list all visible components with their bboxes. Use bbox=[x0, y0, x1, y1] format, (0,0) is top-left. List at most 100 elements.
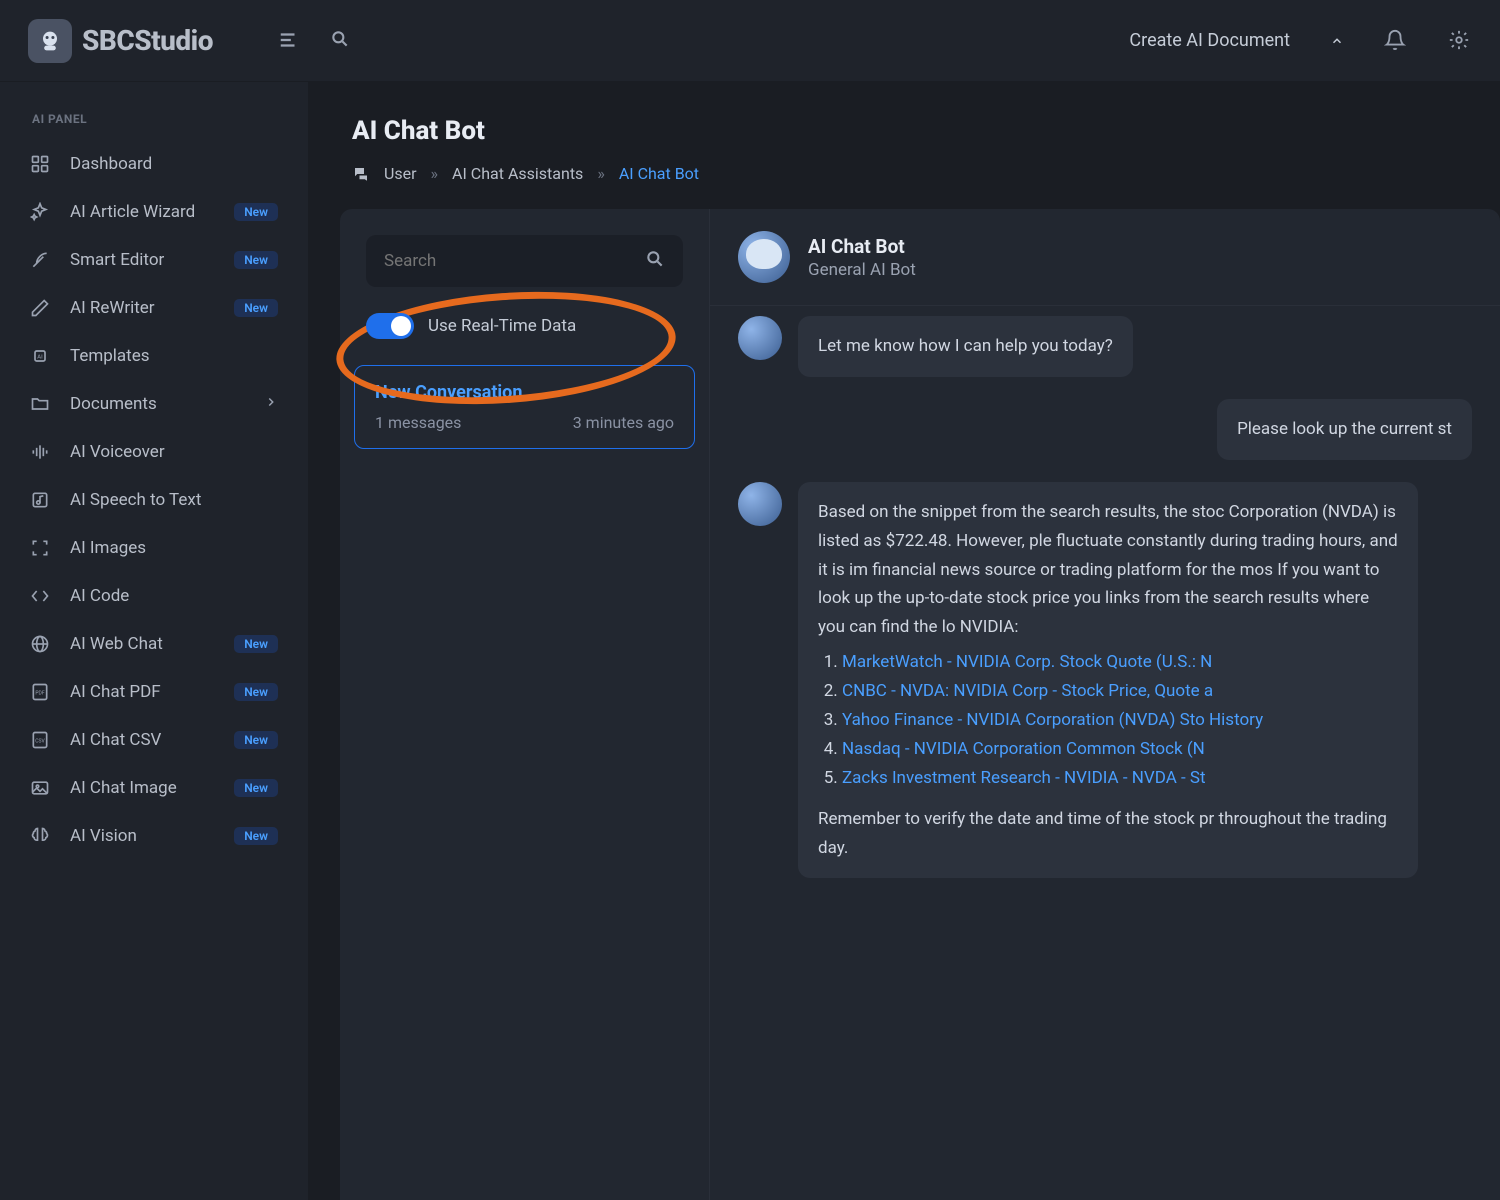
sidebar-item[interactable]: AI Templates bbox=[0, 332, 308, 380]
realtime-toggle-row: Use Real-Time Data bbox=[340, 287, 709, 365]
message-bubble: Based on the snippet from the search res… bbox=[798, 482, 1418, 879]
new-badge: New bbox=[234, 827, 278, 845]
sidebar-item[interactable]: AI Article Wizard New bbox=[0, 188, 308, 236]
sidebar-item[interactable]: AI VisionNew bbox=[0, 812, 308, 860]
conversation-message-count: 1 messages bbox=[375, 413, 461, 432]
sidebar-item-label: Templates bbox=[70, 346, 150, 366]
create-document-label: Create AI Document bbox=[1129, 30, 1290, 51]
folder-icon bbox=[30, 394, 50, 414]
sidebar-item-label: Documents bbox=[70, 394, 157, 414]
bot-avatar bbox=[738, 231, 790, 283]
sidebar-item[interactable]: AI Speech to Text bbox=[0, 476, 308, 524]
bell-icon[interactable] bbox=[1384, 29, 1408, 53]
message-text: Remember to verify the date and time of … bbox=[818, 805, 1398, 863]
conversation-time: 3 minutes ago bbox=[573, 413, 674, 432]
robot-icon bbox=[28, 19, 72, 63]
sidebar-item[interactable]: AI Code bbox=[0, 572, 308, 620]
search-input[interactable] bbox=[384, 251, 645, 271]
result-link[interactable]: Nasdaq - NVIDIA Corporation Common Stock… bbox=[842, 739, 1205, 759]
new-badge: New bbox=[234, 635, 278, 653]
result-link[interactable]: MarketWatch - NVIDIA Corp. Stock Quote (… bbox=[842, 652, 1212, 672]
search-icon[interactable] bbox=[330, 29, 354, 53]
breadcrumb-sep: » bbox=[431, 164, 439, 183]
music-icon bbox=[30, 490, 50, 510]
realtime-toggle-label: Use Real-Time Data bbox=[428, 316, 576, 336]
link-list: MarketWatch - NVIDIA Corp. Stock Quote (… bbox=[818, 648, 1398, 792]
svg-text:CSV: CSV bbox=[35, 739, 45, 745]
wave-icon bbox=[30, 442, 50, 462]
globe-icon bbox=[30, 634, 50, 654]
conversation-card[interactable]: New Conversation 1 messages 3 minutes ag… bbox=[354, 365, 695, 449]
chat-bot-subtitle: General AI Bot bbox=[808, 260, 916, 280]
sparkles-icon bbox=[30, 202, 50, 222]
message-row-bot: Based on the snippet from the search res… bbox=[738, 482, 1472, 879]
conversation-search[interactable] bbox=[366, 235, 683, 287]
sidebar-item-label: AI Code bbox=[70, 586, 129, 606]
sidebar-item[interactable]: Dashboard bbox=[0, 140, 308, 188]
bot-avatar-small bbox=[738, 316, 782, 360]
sidebar-item-label: Smart Editor bbox=[70, 250, 164, 270]
code-icon bbox=[30, 586, 50, 606]
result-link[interactable]: Zacks Investment Research - NVIDIA - NVD… bbox=[842, 768, 1206, 788]
header-tools bbox=[278, 29, 354, 53]
pdf-icon: PDF bbox=[30, 682, 50, 702]
brand-name: SBCStudio bbox=[82, 24, 213, 57]
sidebar-item-label: AI Images bbox=[70, 538, 146, 558]
sidebar-item-label: Dashboard bbox=[70, 154, 152, 174]
chevron-right-icon bbox=[264, 394, 278, 414]
conversation-meta: 1 messages 3 minutes ago bbox=[375, 413, 674, 432]
chip-icon: AI bbox=[30, 346, 50, 366]
chat-header: AI Chat Bot General AI Bot bbox=[710, 209, 1500, 306]
sidebar-item-label: AI Web Chat bbox=[70, 634, 163, 654]
new-badge: New bbox=[234, 731, 278, 749]
breadcrumb-item[interactable]: AI Chat Assistants bbox=[452, 164, 583, 183]
messages-list: Let me know how I can help you today? Pl… bbox=[710, 306, 1500, 1200]
breadcrumb-sep: » bbox=[597, 164, 605, 183]
message-bubble: Let me know how I can help you today? bbox=[798, 316, 1133, 377]
grid-icon bbox=[30, 154, 50, 174]
breadcrumb: User » AI Chat Assistants » AI Chat Bot bbox=[352, 164, 1456, 183]
sidebar-item-label: AI Article Wizard bbox=[70, 202, 195, 222]
sidebar-item[interactable]: AI Chat ImageNew bbox=[0, 764, 308, 812]
sidebar-item[interactable]: Documents bbox=[0, 380, 308, 428]
message-row-bot: Let me know how I can help you today? bbox=[738, 316, 1472, 377]
chat-bubbles-icon bbox=[352, 165, 370, 183]
sidebar-item[interactable]: Smart Editor New bbox=[0, 236, 308, 284]
app-header: SBCStudio Create AI Document bbox=[0, 0, 1500, 82]
csv-icon: CSV bbox=[30, 730, 50, 750]
message-bubble: Please look up the current st bbox=[1217, 399, 1472, 460]
menu-icon[interactable] bbox=[278, 29, 302, 53]
breadcrumb-current: AI Chat Bot bbox=[619, 164, 699, 183]
chat-bot-name: AI Chat Bot bbox=[808, 235, 916, 258]
brain-icon bbox=[30, 826, 50, 846]
pencil-icon bbox=[30, 298, 50, 318]
breadcrumb-item[interactable]: User bbox=[384, 164, 417, 183]
message-row-user: Please look up the current st bbox=[738, 399, 1472, 460]
bot-avatar-small bbox=[738, 482, 782, 526]
feather-icon bbox=[30, 250, 50, 270]
create-document-dropdown[interactable]: Create AI Document bbox=[1129, 30, 1344, 51]
sidebar-item[interactable]: AI Voiceover bbox=[0, 428, 308, 476]
svg-text:PDF: PDF bbox=[35, 691, 44, 697]
message-text: Please look up the current st bbox=[1237, 419, 1452, 439]
sidebar-item-label: AI Voiceover bbox=[70, 442, 165, 462]
brand-logo[interactable]: SBCStudio bbox=[28, 19, 213, 63]
search-icon[interactable] bbox=[645, 249, 665, 273]
result-link[interactable]: Yahoo Finance - NVIDIA Corporation (NVDA… bbox=[842, 710, 1263, 730]
settings-icon[interactable] bbox=[1448, 29, 1472, 53]
sidebar-item[interactable]: AI Web Chat New bbox=[0, 620, 308, 668]
chevron-up-icon bbox=[1330, 34, 1344, 48]
realtime-toggle[interactable] bbox=[366, 313, 414, 339]
sidebar-item-label: AI Speech to Text bbox=[70, 490, 201, 510]
sidebar-item[interactable]: PDFAI Chat PDFNew bbox=[0, 668, 308, 716]
sidebar-item[interactable]: CSVAI Chat CSVNew bbox=[0, 716, 308, 764]
sidebar-item[interactable]: AI ReWriterNew bbox=[0, 284, 308, 332]
new-badge: New bbox=[234, 203, 278, 221]
new-badge: New bbox=[234, 251, 278, 269]
chat-panel: AI Chat Bot General AI Bot Let me know h… bbox=[710, 209, 1500, 1200]
sidebar-item[interactable]: AI Images bbox=[0, 524, 308, 572]
sidebar-item-label: AI Chat PDF bbox=[70, 682, 161, 702]
conversation-title: New Conversation bbox=[375, 382, 674, 403]
result-link[interactable]: CNBC - NVDA: NVIDIA Corp - Stock Price, … bbox=[842, 681, 1213, 701]
sidebar: AI PANEL DashboardAI Article WizardNewSm… bbox=[0, 82, 308, 1200]
